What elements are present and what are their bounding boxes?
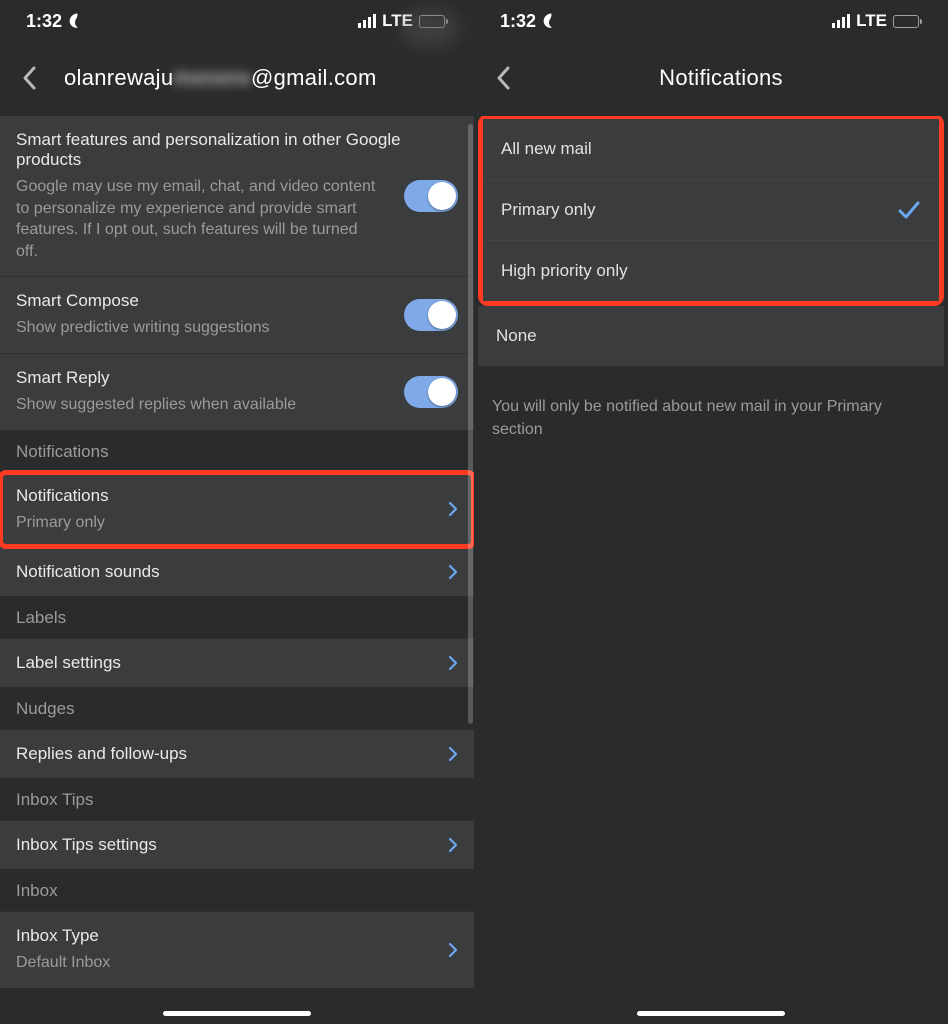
section-header-inbox-tips: Inbox Tips: [0, 778, 474, 820]
highlight-box: Notifications Primary only: [0, 472, 474, 548]
option-label: None: [496, 326, 537, 346]
page-title: olanrewajumxnxnx@gmail.com: [64, 65, 377, 91]
section-header-notifications: Notifications: [0, 430, 474, 472]
status-time: 1:32: [26, 11, 62, 32]
nav-bar: Notifications: [474, 40, 948, 116]
chevron-right-icon: [448, 564, 458, 580]
option-label: Primary only: [501, 200, 595, 220]
row-title: Inbox Type: [16, 926, 110, 946]
option-none[interactable]: None: [478, 306, 944, 367]
row-subtitle: Show suggested replies when available: [16, 394, 296, 416]
row-subtitle: Default Inbox: [16, 952, 110, 974]
row-subtitle: Google may use my email, chat, and video…: [16, 176, 376, 262]
do-not-disturb-icon: [68, 12, 86, 30]
chevron-right-icon: [448, 837, 458, 853]
chevron-right-icon: [448, 501, 458, 517]
status-time: 1:32: [500, 11, 536, 32]
checkmark-icon: [897, 200, 921, 220]
chevron-right-icon: [448, 746, 458, 762]
home-indicator[interactable]: [637, 1011, 785, 1016]
chevron-right-icon: [448, 655, 458, 671]
row-title: Smart features and personalization in ot…: [16, 130, 404, 170]
chevron-right-icon: [448, 942, 458, 958]
row-title: Replies and follow-ups: [16, 744, 187, 764]
row-title: Inbox Tips settings: [16, 835, 157, 855]
option-high-priority[interactable]: High priority only: [483, 241, 939, 301]
carrier-label: LTE: [856, 11, 887, 31]
smart-features-toggle[interactable]: [404, 180, 458, 212]
smart-features-row: Smart features and personalization in ot…: [0, 116, 474, 276]
highlight-box: All new mail Primary only High priority …: [478, 116, 944, 306]
footer-note: You will only be notified about new mail…: [474, 367, 948, 469]
replies-followups-row[interactable]: Replies and follow-ups: [0, 729, 474, 778]
option-label: High priority only: [501, 261, 628, 281]
row-title: Smart Reply: [16, 368, 296, 388]
redacted-avatar: [400, 8, 460, 48]
option-primary-only[interactable]: Primary only: [483, 180, 939, 241]
inbox-tips-settings-row[interactable]: Inbox Tips settings: [0, 820, 474, 869]
inbox-type-row[interactable]: Inbox Type Default Inbox: [0, 911, 474, 988]
status-bar: 1:32 LTE: [474, 0, 948, 40]
label-settings-row[interactable]: Label settings: [0, 638, 474, 687]
page-title: Notifications: [538, 65, 904, 91]
notifications-row[interactable]: Notifications Primary only: [0, 472, 474, 548]
smart-compose-toggle[interactable]: [404, 299, 458, 331]
section-header-inbox: Inbox: [0, 869, 474, 911]
section-header-nudges: Nudges: [0, 687, 474, 729]
home-indicator[interactable]: [163, 1011, 311, 1016]
smart-reply-row: Smart Reply Show suggested replies when …: [0, 353, 474, 430]
notification-sounds-row[interactable]: Notification sounds: [0, 547, 474, 596]
row-title: Notifications: [16, 486, 109, 506]
signal-icon: [832, 14, 850, 28]
smart-compose-row: Smart Compose Show predictive writing su…: [0, 276, 474, 353]
option-label: All new mail: [501, 139, 592, 159]
do-not-disturb-icon: [542, 12, 560, 30]
nav-bar: olanrewajumxnxnx@gmail.com: [0, 40, 474, 116]
option-all-new-mail[interactable]: All new mail: [483, 119, 939, 180]
back-button[interactable]: [488, 63, 518, 93]
row-title: Notification sounds: [16, 562, 160, 582]
battery-icon: [893, 15, 922, 28]
back-button[interactable]: [14, 63, 44, 93]
signal-icon: [358, 14, 376, 28]
row-title: Smart Compose: [16, 291, 269, 311]
row-subtitle: Primary only: [16, 512, 109, 534]
section-header-labels: Labels: [0, 596, 474, 638]
notifications-options-screen: 1:32 LTE Notifications All new mail: [474, 0, 948, 1024]
row-subtitle: Show predictive writing suggestions: [16, 317, 269, 339]
settings-screen: 1:32 LTE olanrewajumxnxnx@gmail.com: [0, 0, 474, 1024]
smart-reply-toggle[interactable]: [404, 376, 458, 408]
scrollbar[interactable]: [468, 124, 473, 724]
row-title: Label settings: [16, 653, 121, 673]
